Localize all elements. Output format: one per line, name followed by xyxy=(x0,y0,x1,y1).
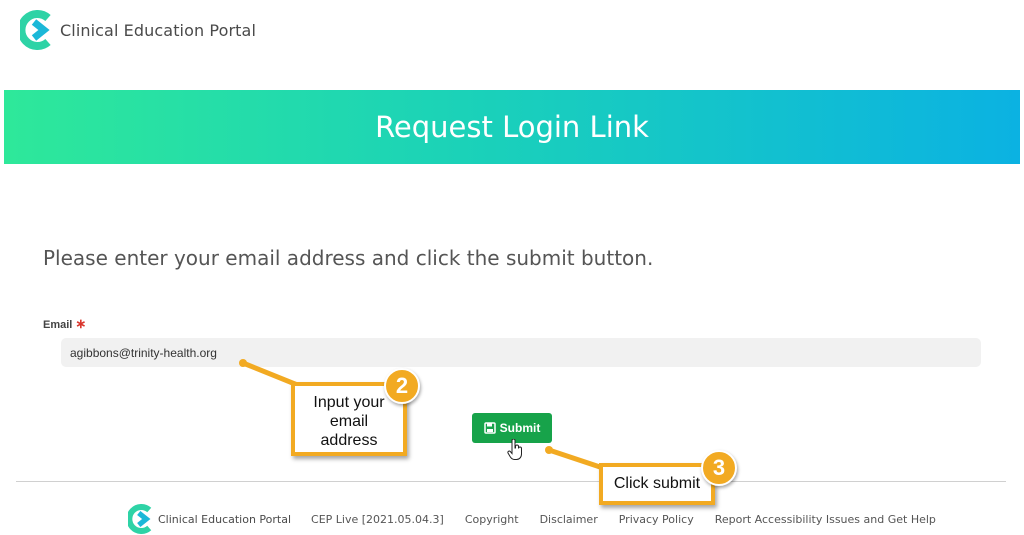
callout-step2-line3: address xyxy=(320,432,378,449)
footer: Clinical Education Portal CEP Live [2021… xyxy=(128,503,957,535)
connector-line-step3 xyxy=(548,447,604,471)
annotation-callout-step3: Click submit xyxy=(599,463,715,505)
footer-logo-text: Clinical Education Portal xyxy=(158,512,292,526)
footer-link-accessibility-help[interactable]: Report Accessibility Issues and Get Help xyxy=(715,513,936,526)
footer-link-privacy-policy[interactable]: Privacy Policy xyxy=(619,513,694,526)
required-marker: ∗ xyxy=(75,316,87,331)
version-text: CEP Live [2021.05.04.3] xyxy=(311,512,444,526)
submit-label: Submit xyxy=(499,421,541,435)
footer-link-disclaimer[interactable]: Disclaimer xyxy=(540,513,598,526)
page-banner: Request Login Link xyxy=(4,90,1020,164)
footer-divider xyxy=(16,481,1006,482)
email-field[interactable] xyxy=(61,338,981,367)
instructions-text: Please enter your email address and clic… xyxy=(43,246,654,270)
email-label: Email ∗ xyxy=(43,316,86,332)
callout-step2-line2: email xyxy=(329,413,369,430)
hand-cursor-icon xyxy=(507,439,522,460)
cep-logo-icon xyxy=(128,504,152,534)
callout-step3-text: Click submit xyxy=(613,475,701,492)
step-badge-2: 2 xyxy=(384,368,420,404)
connector-dot-step3 xyxy=(545,446,553,454)
save-icon xyxy=(483,422,496,434)
email-label-text: Email xyxy=(43,319,73,331)
page-title: Request Login Link xyxy=(375,110,649,144)
step-badge-3: 3 xyxy=(701,450,737,486)
site-logo[interactable]: Clinical Education Portal xyxy=(20,10,256,50)
logo-text: Clinical Education Portal xyxy=(60,20,256,40)
footer-logo[interactable]: Clinical Education Portal xyxy=(128,504,291,534)
cep-logo-icon xyxy=(20,10,51,50)
footer-link-copyright[interactable]: Copyright xyxy=(465,513,519,526)
